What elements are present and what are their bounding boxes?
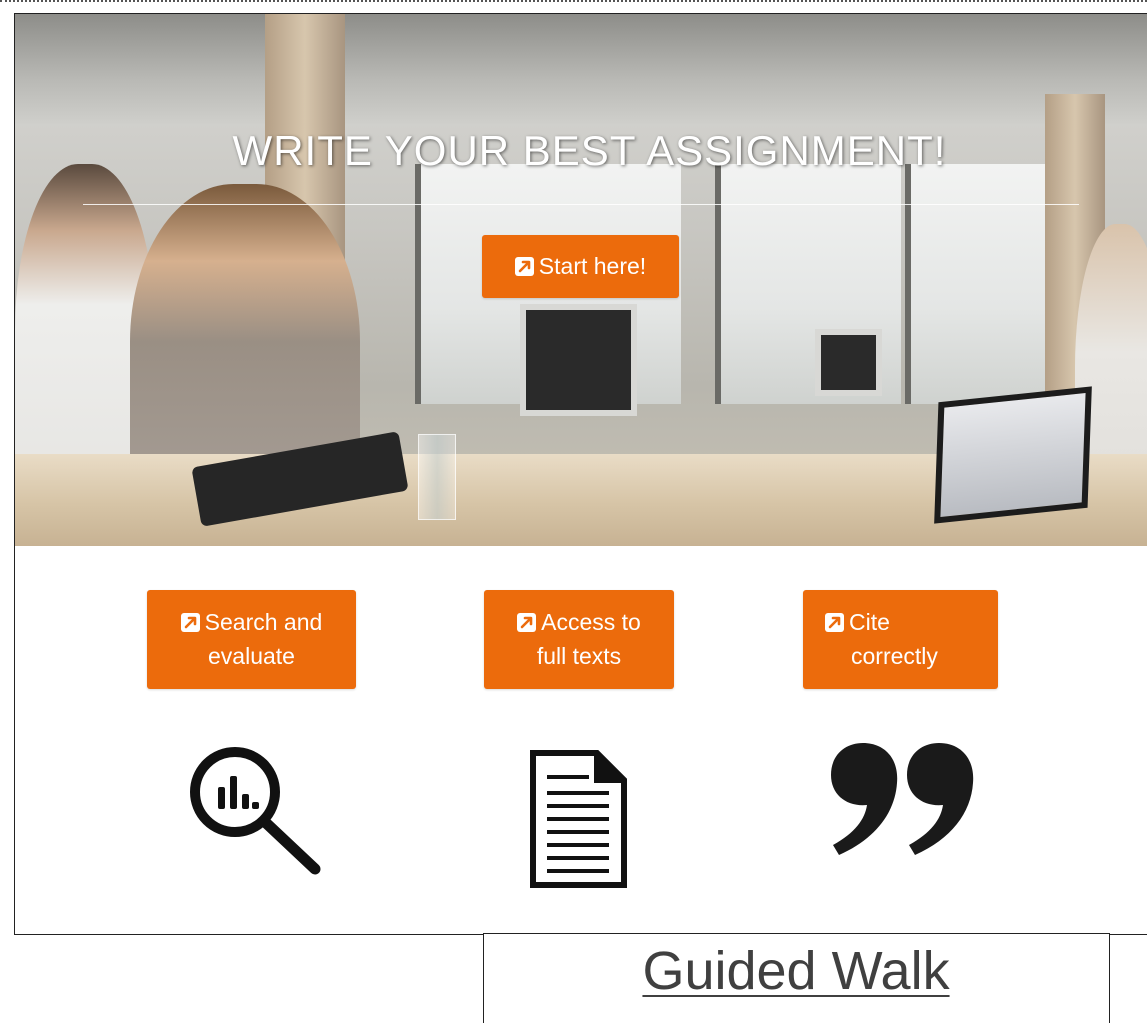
document-icon	[530, 750, 627, 888]
hero-monitor	[520, 304, 637, 416]
dotted-top-border	[0, 0, 1147, 6]
external-link-icon	[517, 613, 537, 632]
external-link-icon	[514, 257, 534, 276]
guided-walk-link[interactable]: Guided Walk	[484, 940, 1108, 1002]
magnifier-chart-icon	[190, 747, 321, 875]
search-button-line2: evaluate	[208, 643, 295, 669]
external-link-icon	[180, 613, 200, 632]
hero-glass	[418, 434, 456, 520]
hero-title: WRITE YOUR BEST ASSIGNMENT!	[232, 127, 947, 174]
start-here-button[interactable]: Start here!	[482, 235, 679, 298]
guided-walk-box: Guided Walk	[483, 933, 1110, 1023]
cite-correctly-button[interactable]: Cite correctly	[803, 590, 998, 689]
hero-monitor	[815, 329, 882, 396]
slide-frame: WRITE YOUR BEST ASSIGNMENT! Start here! …	[14, 13, 1147, 935]
page: WRITE YOUR BEST ASSIGNMENT! Start here! …	[0, 0, 1147, 1023]
hero-divider	[83, 204, 1079, 205]
hero-photo: WRITE YOUR BEST ASSIGNMENT! Start here!	[15, 14, 1147, 546]
access-to-full-texts-button[interactable]: Access to full texts	[484, 590, 674, 689]
search-button-line1: Search and	[204, 609, 323, 635]
hero-laptop	[934, 386, 1092, 524]
hero-ceiling	[15, 14, 1147, 124]
cite-button-line1: Cite	[849, 609, 890, 635]
access-button-line1: Access to	[541, 609, 641, 635]
quotation-marks-icon	[831, 743, 974, 855]
search-and-evaluate-button[interactable]: Search and evaluate	[147, 590, 356, 689]
external-link-icon	[825, 613, 844, 632]
hero-window	[905, 164, 1061, 404]
access-button-line2: full texts	[536, 643, 622, 669]
start-here-label: Start here!	[538, 253, 647, 279]
cite-button-line2: correctly	[851, 643, 938, 669]
